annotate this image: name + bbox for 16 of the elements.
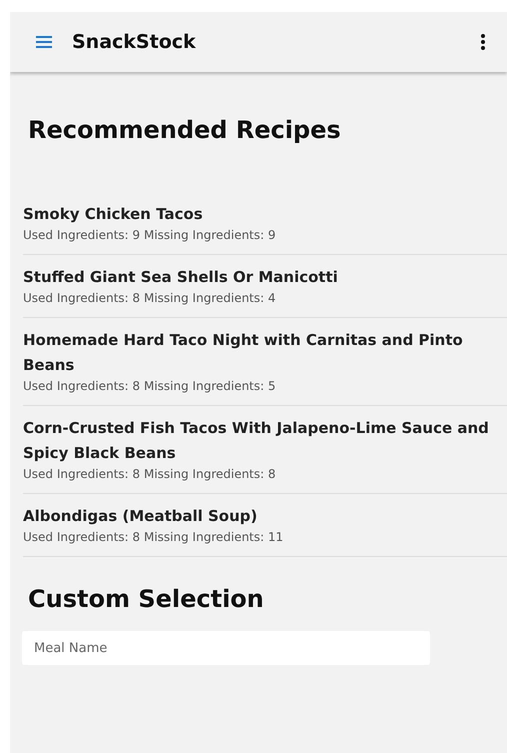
recipe-details: Used Ingredients: 8 Missing Ingredients: 8: [23, 466, 277, 483]
recipe-details: Used Ingredients: 9 Missing Ingredients: 9: [23, 227, 277, 244]
app-title: SnackStock: [72, 30, 196, 55]
section-heading: Recommended Recipes: [28, 115, 342, 146]
recipe-title[interactable]: Smoky Chicken Tacos: [23, 202, 497, 227]
recipe-details: Used Ingredients: 8 Missing Ingredients: 5: [23, 378, 277, 395]
recipe-title[interactable]: Stuffed Giant Sea Shells Or Manicotti: [23, 265, 497, 290]
meal-name-field[interactable]: Meal Name: [22, 631, 430, 665]
section-heading: Custom Selection: [28, 584, 265, 615]
recipe-title[interactable]: Corn-Crusted Fish Tacos With Jalapeno-Lime Sauce and Spicy Black Beans: [23, 416, 497, 466]
menu-icon[interactable]: [36, 36, 52, 48]
recipe-title[interactable]: Homemade Hard Taco Night with Carnitas and Pinto Beans: [23, 328, 497, 378]
more-options-icon[interactable]: [481, 34, 485, 50]
recipe-title[interactable]: Albondigas (Meatball Soup): [23, 504, 497, 529]
recipe-details: Used Ingredients: 8 Missing Ingredients: 11: [23, 529, 284, 546]
recipe-details: Used Ingredients: 8 Missing Ingredients: 4: [23, 290, 277, 307]
